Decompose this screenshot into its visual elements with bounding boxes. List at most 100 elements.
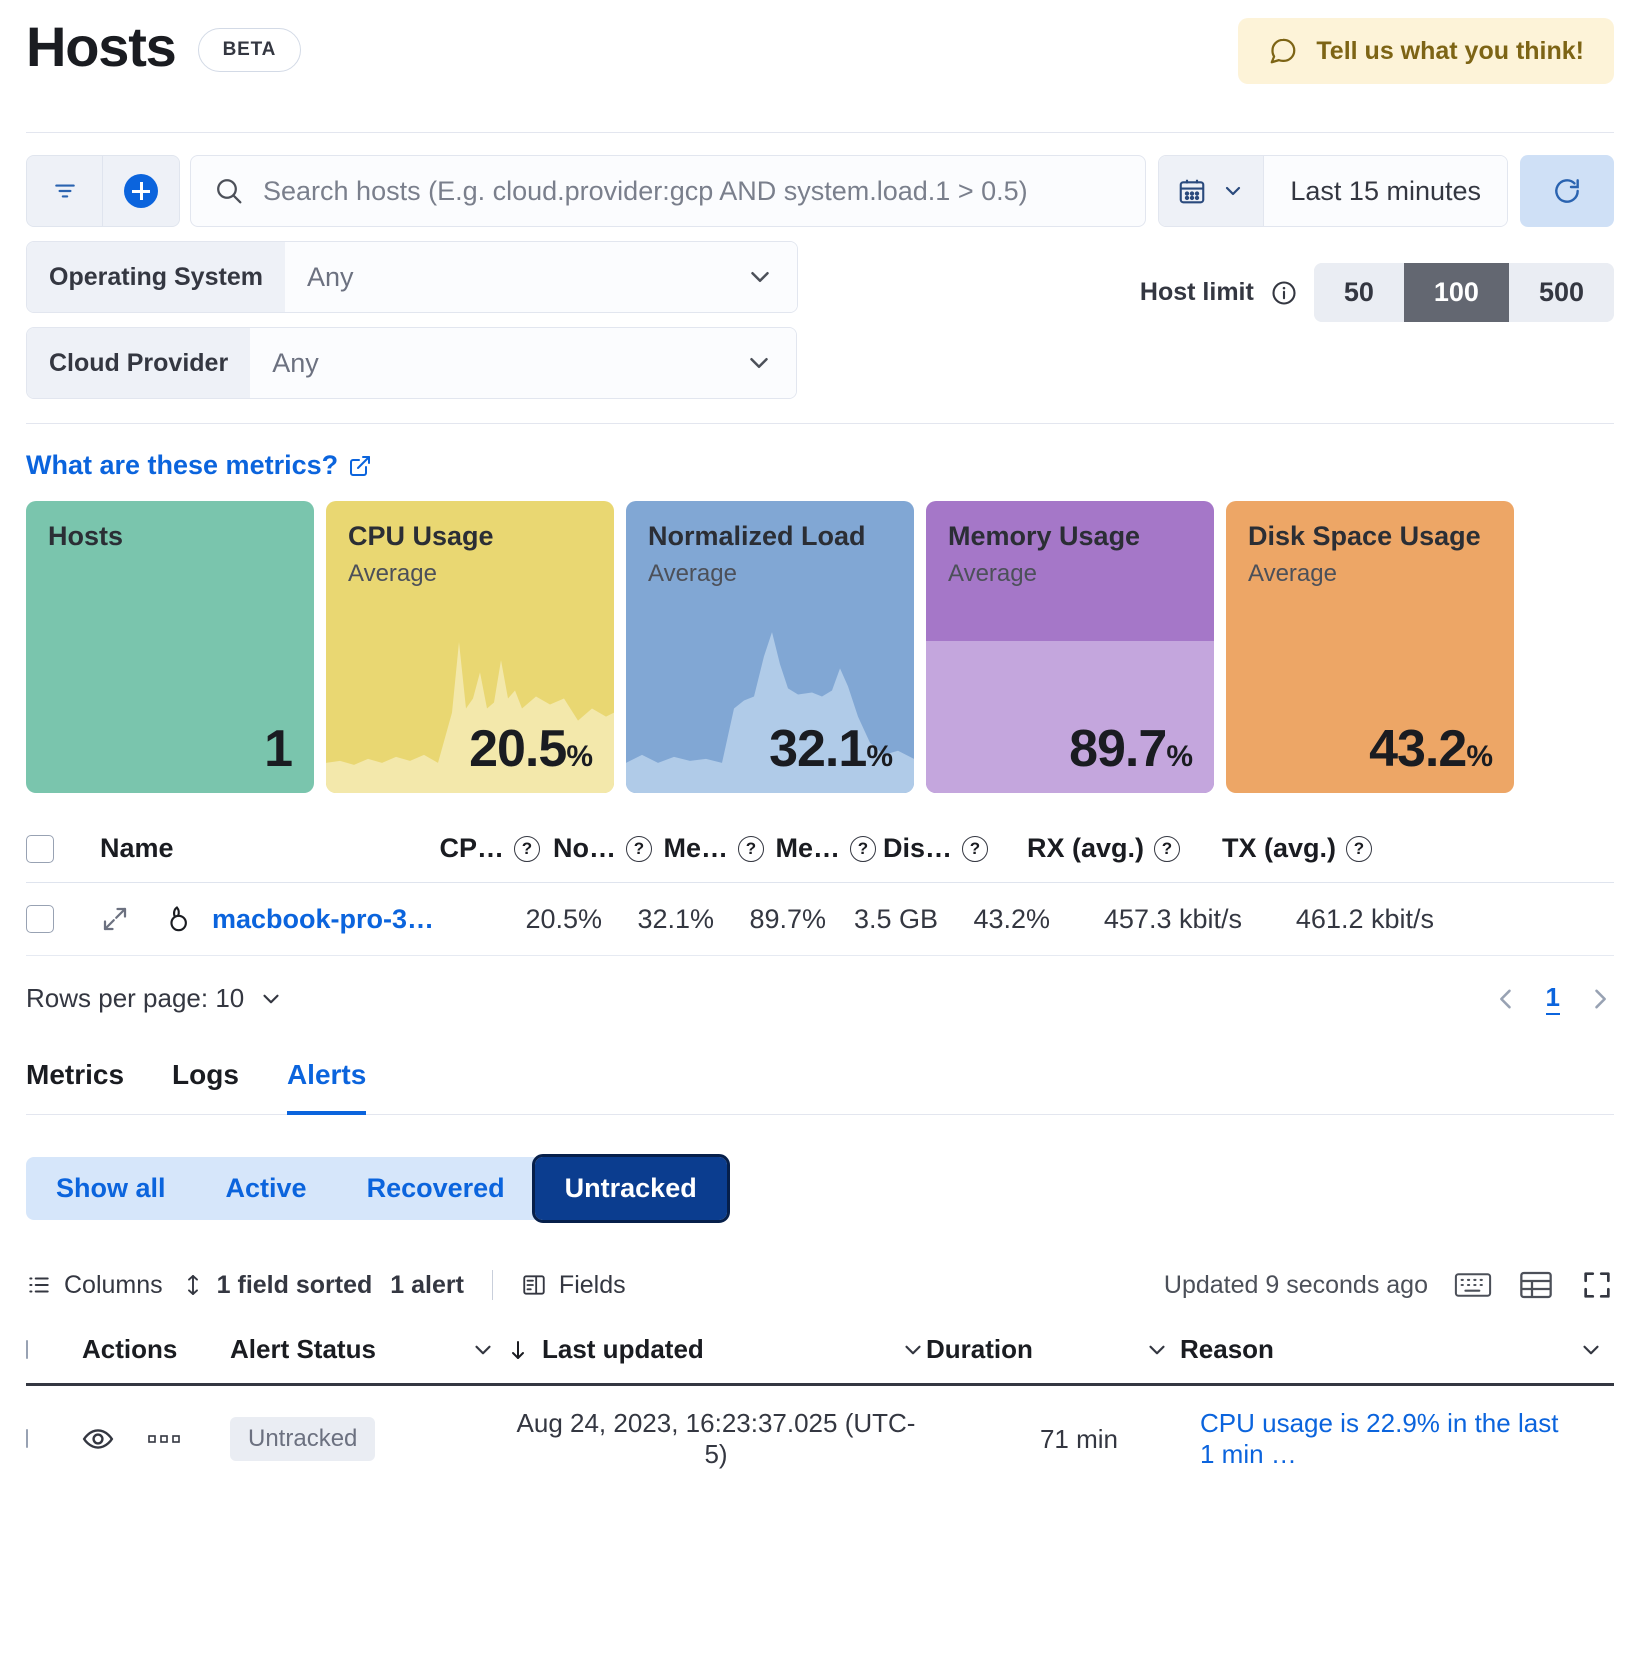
table-row[interactable]: macbook-pro-3… 20.5% 32.1% 89.7% 3.5 GB … <box>26 883 1614 956</box>
column-disk-usage[interactable]: Dis… ? <box>876 833 988 864</box>
cloud-provider-label: Cloud Provider <box>27 328 251 398</box>
filter-icon <box>52 178 78 204</box>
beta-badge: BETA <box>197 28 302 73</box>
select-all-checkbox[interactable] <box>26 834 54 863</box>
filter-icon-button[interactable] <box>27 156 103 226</box>
alerts-select-all-cell <box>26 1339 82 1359</box>
operating-system-select[interactable]: Any <box>284 242 797 312</box>
chevron-down-icon[interactable] <box>900 1337 926 1363</box>
column-memory-free[interactable]: Me… ? <box>764 833 876 864</box>
keyboard-icon[interactable] <box>1454 1270 1492 1300</box>
operating-system-label: Operating System <box>27 242 285 312</box>
metric-value-number: 20.5 <box>469 720 567 778</box>
row-checkbox[interactable] <box>26 905 54 933</box>
column-header-label: Me… <box>663 833 728 863</box>
help-icon[interactable]: ? <box>962 835 988 862</box>
more-actions-icon[interactable] <box>148 1432 182 1446</box>
eye-icon[interactable] <box>82 1425 114 1453</box>
search-row: Search hosts (E.g. cloud.provider:gcp AN… <box>26 155 1614 227</box>
cloud-provider-filter[interactable]: Cloud Provider Any <box>26 327 798 399</box>
column-rx[interactable]: RX (avg.) ? <box>988 833 1180 864</box>
density-icon[interactable] <box>1518 1269 1554 1301</box>
alerts-toolbar: Columns 1 field sorted 1 alert Fields Up… <box>26 1268 1614 1302</box>
chevron-right-icon[interactable] <box>1586 985 1614 1013</box>
alerts-column-last-updated[interactable]: Last updated <box>506 1334 926 1365</box>
column-memory-usage[interactable]: Me… ? <box>652 833 764 864</box>
tab-metrics[interactable]: Metrics <box>26 1059 124 1115</box>
filter-recovered[interactable]: Recovered <box>336 1157 535 1220</box>
metric-card-cpu-usage[interactable]: CPU Usage Average 20.5% <box>326 501 614 793</box>
refresh-button[interactable] <box>1520 155 1614 227</box>
alerts-column-actions: Actions <box>82 1334 178 1364</box>
chevron-down-icon <box>745 262 775 292</box>
expand-cell[interactable] <box>100 904 162 934</box>
what-are-these-metrics-link[interactable]: What are these metrics? <box>26 450 372 481</box>
alerts-column-duration-menu[interactable] <box>1134 1337 1180 1363</box>
cloud-provider-value: Any <box>272 347 319 378</box>
content-tabs: Metrics Logs Alerts <box>26 1059 1614 1115</box>
add-filter-button[interactable] <box>103 156 179 226</box>
add-filter-icon <box>124 174 158 208</box>
filter-active[interactable]: Active <box>195 1157 337 1220</box>
date-range-value[interactable]: Last 15 minutes <box>1264 156 1507 226</box>
cell-normalized-load: 32.1% <box>637 903 714 934</box>
filter-untracked[interactable]: Untracked <box>531 1154 730 1223</box>
alerts-column-reason-menu[interactable] <box>1568 1337 1614 1363</box>
metric-card-disk-space-usage[interactable]: Disk Space Usage Average 43.2% <box>1226 501 1514 793</box>
alerts-select-all-checkbox[interactable] <box>26 1339 28 1359</box>
filter-show-all[interactable]: Show all <box>26 1157 196 1220</box>
tab-alerts[interactable]: Alerts <box>286 1059 367 1115</box>
sort-button[interactable]: 1 field sorted <box>181 1270 373 1300</box>
alerts-table-row[interactable]: Untracked Aug 24, 2023, 16:23:37.025 (UT… <box>26 1386 1614 1492</box>
cell-memory-free: 3.5 GB <box>853 903 938 934</box>
sort-label: 1 field sorted <box>216 1270 373 1299</box>
host-limit-options: 50 100 500 <box>1313 263 1614 322</box>
metric-card-memory-usage[interactable]: Memory Usage Average 89.7% <box>926 501 1214 793</box>
alerts-column-reason[interactable]: Reason <box>1180 1334 1568 1365</box>
host-limit-500[interactable]: 500 <box>1508 263 1614 322</box>
host-name-link[interactable]: macbook-pro-3… <box>212 904 434 935</box>
fullscreen-icon[interactable] <box>1580 1268 1614 1302</box>
fields-button[interactable]: Fields <box>521 1271 626 1300</box>
sort-desc-icon <box>506 1337 530 1363</box>
metric-card-normalized-load[interactable]: Normalized Load Average 32.1% <box>626 501 914 793</box>
host-limit-50[interactable]: 50 <box>1313 263 1404 322</box>
metrics-section: What are these metrics? Hosts 1 CPU Usag… <box>0 450 1640 793</box>
search-input[interactable]: Search hosts (E.g. cloud.provider:gcp AN… <box>263 173 1028 209</box>
column-normalized-load[interactable]: No… ? <box>540 833 652 864</box>
host-limit-100[interactable]: 100 <box>1403 263 1509 322</box>
alerts-column-status[interactable]: Alert Status <box>230 1334 460 1365</box>
rows-per-page-select[interactable]: Rows per page: 10 <box>26 983 284 1014</box>
alerts-column-duration[interactable]: Duration <box>926 1334 1134 1365</box>
column-header-label: Dis… <box>882 833 952 863</box>
tab-logs[interactable]: Logs <box>172 1059 239 1115</box>
expand-icon[interactable] <box>100 904 130 934</box>
column-name[interactable]: Name <box>100 833 428 864</box>
metric-card-hosts[interactable]: Hosts 1 <box>26 501 314 793</box>
help-icon[interactable]: ? <box>850 835 876 862</box>
alert-row-checkbox[interactable] <box>26 1429 28 1448</box>
columns-button[interactable]: Columns <box>26 1271 163 1300</box>
sort-icon <box>181 1272 205 1298</box>
cloud-provider-select[interactable]: Any <box>250 328 797 398</box>
help-icon[interactable]: ? <box>738 835 764 862</box>
date-quick-select-button[interactable] <box>1159 156 1265 226</box>
controls-section: Search hosts (E.g. cloud.provider:gcp AN… <box>0 133 1640 399</box>
alerts-column-status-menu[interactable] <box>460 1337 506 1363</box>
help-icon[interactable]: ? <box>1154 835 1180 862</box>
title-group: Hosts BETA <box>26 17 302 77</box>
metric-value-number: 1 <box>264 720 293 778</box>
help-icon[interactable]: ? <box>514 835 540 862</box>
column-tx[interactable]: TX (avg.) ? <box>1180 833 1372 864</box>
chevron-left-icon[interactable] <box>1492 985 1520 1013</box>
search-input-wrapper[interactable]: Search hosts (E.g. cloud.provider:gcp AN… <box>190 155 1147 227</box>
feedback-button[interactable]: Tell us what you think! <box>1238 18 1614 84</box>
info-icon[interactable] <box>1270 279 1298 307</box>
help-icon[interactable]: ? <box>1346 835 1372 862</box>
alert-row-reason[interactable]: CPU usage is 22.9% in the last 1 min … <box>1180 1408 1568 1470</box>
page-number-1[interactable]: 1 <box>1545 982 1560 1015</box>
alerts-column-label: Last updated <box>542 1334 704 1364</box>
help-icon[interactable]: ? <box>626 835 652 862</box>
operating-system-filter[interactable]: Operating System Any <box>26 241 798 313</box>
column-cpu[interactable]: CP… ? <box>428 833 540 864</box>
